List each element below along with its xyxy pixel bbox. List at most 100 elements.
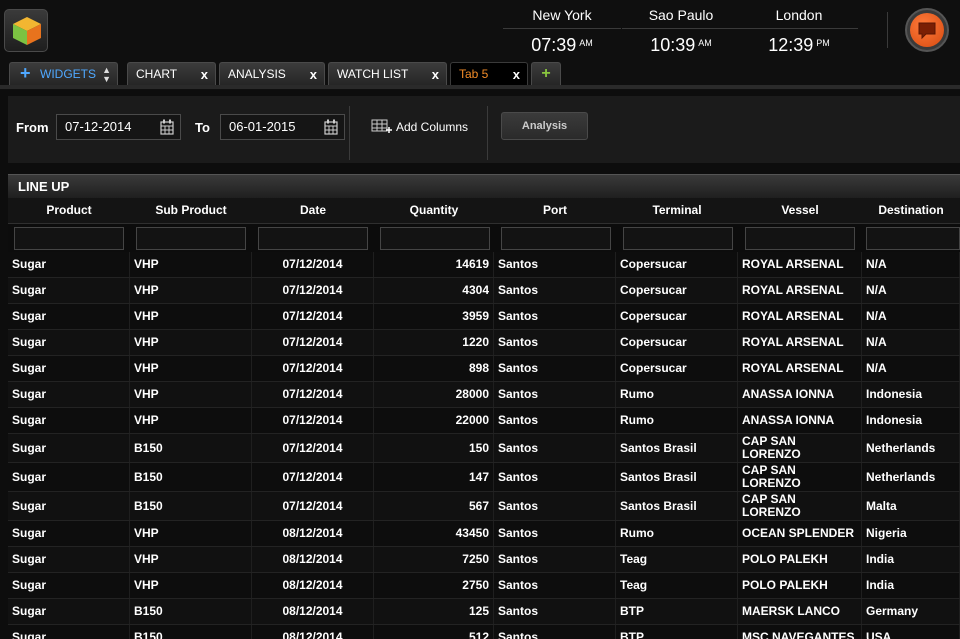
clock-sao-paulo: Sao Paulo 10:39 AM <box>622 6 740 55</box>
column-header-quantity[interactable]: Quantity <box>374 198 494 223</box>
cell-vessel: ROYAL ARSENAL <box>738 252 862 277</box>
cell-date: 07/12/2014 <box>252 463 374 491</box>
cell-date: 08/12/2014 <box>252 573 374 598</box>
cell-destination: USA <box>862 625 960 639</box>
table-row[interactable]: Sugar B150 07/12/2014 567 Santos Santos Brasi… <box>8 492 960 521</box>
cell-destination: Indonesia <box>862 408 960 433</box>
cell-date: 08/12/2014 <box>252 599 374 624</box>
tab-analysis[interactable]: ANALYSIS x <box>219 62 325 85</box>
table-row[interactable]: Sugar VHP 08/12/2014 43450 Santos Rumo OCEAN S… <box>8 521 960 547</box>
cell-product: Sugar <box>8 330 130 355</box>
cell-destination: Netherlands <box>862 434 960 462</box>
app-logo-button[interactable] <box>4 9 48 52</box>
clock-city: Sao Paulo <box>622 6 740 29</box>
tab-chart[interactable]: CHART x <box>127 62 216 85</box>
column-header-port[interactable]: Port <box>494 198 616 223</box>
cell-terminal: Teag <box>616 573 738 598</box>
filter-input-port[interactable] <box>501 227 611 250</box>
cell-port: Santos <box>494 252 616 277</box>
clock-city: London <box>740 6 858 29</box>
table-row[interactable]: Sugar B150 07/12/2014 150 Santos Santos Brasi… <box>8 434 960 463</box>
cell-product: Sugar <box>8 408 130 433</box>
cell-sub-product: B150 <box>130 434 252 462</box>
cell-destination: Nigeria <box>862 521 960 546</box>
calendar-icon[interactable] <box>160 119 174 135</box>
column-header-destination[interactable]: Destination <box>862 198 960 223</box>
close-tab-icon[interactable]: x <box>310 64 317 86</box>
table-row[interactable]: Sugar VHP 07/12/2014 3959 Santos Copersucar RO… <box>8 304 960 330</box>
analysis-button[interactable]: Analysis <box>501 112 588 140</box>
close-tab-icon[interactable]: x <box>432 64 439 86</box>
table-row[interactable]: Sugar VHP 07/12/2014 1220 Santos Copersucar RO… <box>8 330 960 356</box>
cell-port: Santos <box>494 547 616 572</box>
tab-watch-list[interactable]: WATCH LIST x <box>328 62 447 85</box>
column-header-sub-product[interactable]: Sub Product <box>130 198 252 223</box>
close-tab-icon[interactable]: x <box>513 64 520 86</box>
table-row[interactable]: Sugar B150 07/12/2014 147 Santos Santos Brasi… <box>8 463 960 492</box>
filter-input-quantity[interactable] <box>380 227 490 250</box>
filter-input-terminal[interactable] <box>623 227 733 250</box>
cell-quantity: 125 <box>374 599 494 624</box>
cell-sub-product: VHP <box>130 330 252 355</box>
tab-5[interactable]: Tab 5 x <box>450 62 528 85</box>
table-row[interactable]: Sugar VHP 07/12/2014 22000 Santos Rumo ANASSA … <box>8 408 960 434</box>
close-tab-icon[interactable]: x <box>201 64 208 86</box>
to-label: To <box>195 120 210 135</box>
table-row[interactable]: Sugar B150 08/12/2014 512 Santos BTP MSC NAVEG… <box>8 625 960 639</box>
cell-quantity: 14619 <box>374 252 494 277</box>
cell-destination: Germany <box>862 599 960 624</box>
clock-time-value: 10:39 <box>650 35 696 55</box>
lineup-table: Sugar VHP 07/12/2014 14619 Santos Copersucar R… <box>8 252 960 639</box>
cell-port: Santos <box>494 330 616 355</box>
chat-button[interactable] <box>905 8 949 52</box>
tab-underline <box>0 85 960 89</box>
cell-sub-product: VHP <box>130 382 252 407</box>
cell-product: Sugar <box>8 573 130 598</box>
cell-terminal: Copersucar <box>616 356 738 381</box>
cell-destination: N/A <box>862 278 960 303</box>
cell-sub-product: B150 <box>130 492 252 520</box>
table-row[interactable]: Sugar B150 08/12/2014 125 Santos BTP MAERSK LA… <box>8 599 960 625</box>
table-row[interactable]: Sugar VHP 07/12/2014 28000 Santos Rumo ANASSA … <box>8 382 960 408</box>
calendar-icon[interactable] <box>324 119 338 135</box>
table-row[interactable]: Sugar VHP 07/12/2014 898 Santos Copersucar ROY… <box>8 356 960 382</box>
cell-destination: Indonesia <box>862 382 960 407</box>
cell-vessel: ROYAL ARSENAL <box>738 278 862 303</box>
cell-sub-product: B150 <box>130 625 252 639</box>
cell-port: Santos <box>494 521 616 546</box>
filter-input-vessel[interactable] <box>745 227 855 250</box>
filter-input-destination[interactable] <box>866 227 960 250</box>
from-date-field[interactable]: 07-12-2014 <box>56 114 181 140</box>
sort-arrows-icon[interactable]: ▲ ▼ <box>102 63 111 84</box>
plus-icon: + <box>20 63 31 83</box>
cell-date: 08/12/2014 <box>252 521 374 546</box>
cell-vessel: CAP SAN LORENZO <box>738 434 862 462</box>
column-header-terminal[interactable]: Terminal <box>616 198 738 223</box>
toolbar-divider <box>349 106 350 160</box>
table-row[interactable]: Sugar VHP 08/12/2014 7250 Santos Teag POLO PAL… <box>8 547 960 573</box>
column-header-vessel[interactable]: Vessel <box>738 198 862 223</box>
cell-date: 07/12/2014 <box>252 330 374 355</box>
add-tab-button[interactable]: + <box>531 62 561 85</box>
column-header-date[interactable]: Date <box>252 198 374 223</box>
cell-quantity: 898 <box>374 356 494 381</box>
tab-label: ANALYSIS <box>228 67 286 81</box>
column-header-product[interactable]: Product <box>8 198 130 223</box>
cell-sub-product: B150 <box>130 463 252 491</box>
cell-vessel: ROYAL ARSENAL <box>738 304 862 329</box>
cell-quantity: 512 <box>374 625 494 639</box>
table-row[interactable]: Sugar VHP 08/12/2014 2750 Santos Teag POLO PAL… <box>8 573 960 599</box>
widgets-button[interactable]: + WIDGETS ▲ ▼ <box>9 62 118 85</box>
filter-input-sub-product[interactable] <box>136 227 246 250</box>
clock-time-value: 07:39 <box>531 35 577 55</box>
table-row[interactable]: Sugar VHP 07/12/2014 4304 Santos Copersucar RO… <box>8 278 960 304</box>
cell-product: Sugar <box>8 492 130 520</box>
cell-date: 07/12/2014 <box>252 356 374 381</box>
table-row[interactable]: Sugar VHP 07/12/2014 14619 Santos Copersucar R… <box>8 252 960 278</box>
filter-input-date[interactable] <box>258 227 368 250</box>
to-date-field[interactable]: 06-01-2015 <box>220 114 345 140</box>
cell-product: Sugar <box>8 521 130 546</box>
cell-vessel: MSC NAVEGANTES <box>738 625 862 639</box>
filter-input-product[interactable] <box>14 227 124 250</box>
clock-time: 07:39 AM <box>503 35 621 55</box>
